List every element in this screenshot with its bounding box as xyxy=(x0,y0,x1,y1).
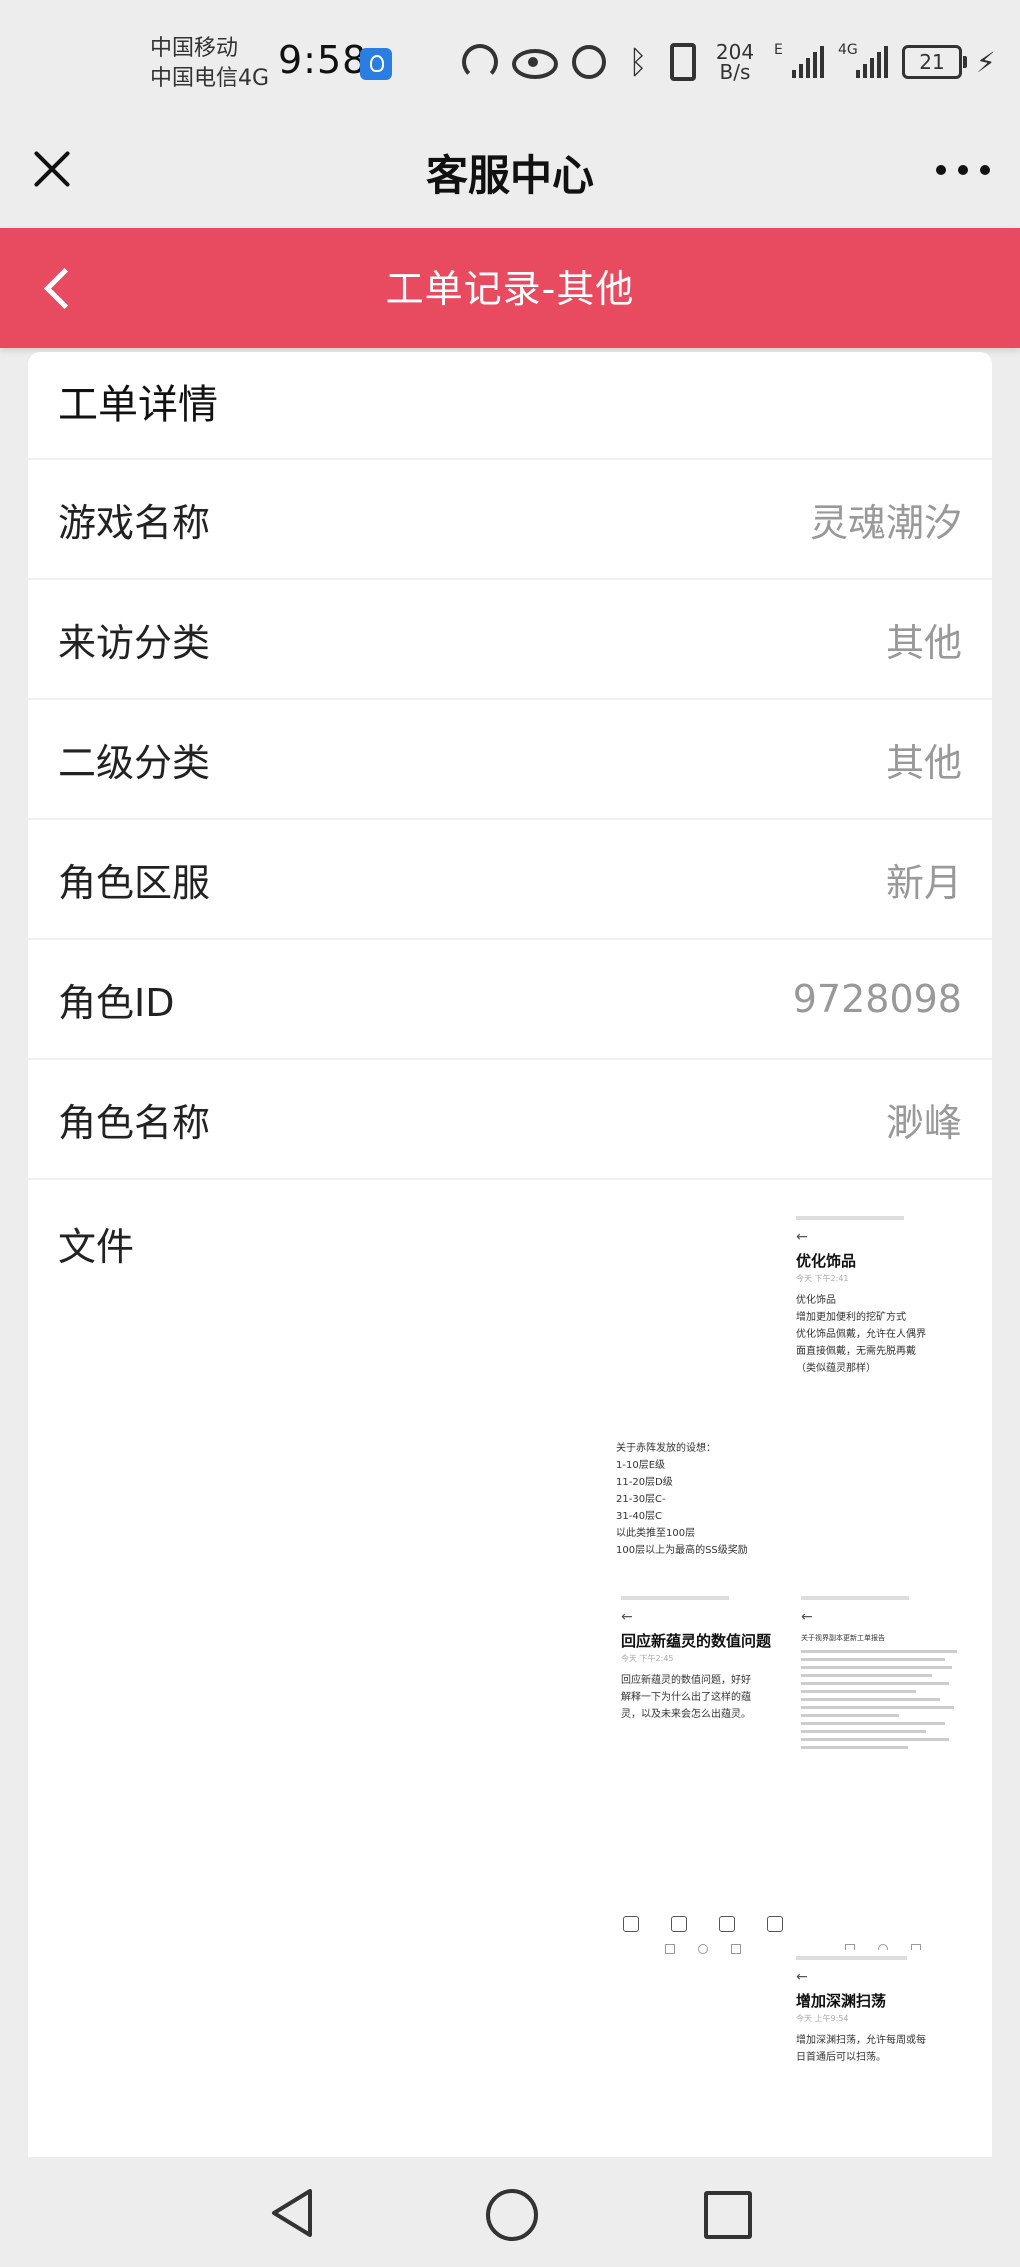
detail-row-role-id: 角色ID 9728098 xyxy=(28,940,992,1060)
lightbulb-icon xyxy=(360,48,392,80)
detail-row-sub-category: 二级分类 其他 xyxy=(28,700,992,820)
ticket-detail-card: 工单详情 游戏名称 灵魂潮汐 来访分类 其他 二级分类 其他 角色区服 新月 角… xyxy=(28,352,992,2157)
row-label: 来访分类 xyxy=(58,620,211,665)
thumbnail-body: 关于视界副本更新工单报告 xyxy=(801,1634,885,1642)
file-thumbnail[interactable]: ← 关于视界副本更新工单报告 xyxy=(793,1590,973,1960)
clock: 9:58 xyxy=(278,38,368,82)
more-icon[interactable] xyxy=(936,162,990,178)
nav-home-icon[interactable] xyxy=(486,2189,538,2241)
row-value: 其他 xyxy=(885,620,962,665)
files-label: 文件 xyxy=(58,1225,135,1269)
carrier-line-2: 中国电信4G xyxy=(150,66,270,91)
bluetooth-icon: ᛒ xyxy=(628,43,648,81)
row-value: 渺峰 xyxy=(885,1100,962,1145)
thumbnail-body: 关于赤阵发放的设想： 1-10层E级 11-20层D级 21-30层C- 31-… xyxy=(616,1443,748,1556)
title-bar: 客服中心 xyxy=(0,120,1020,228)
row-label: 角色名称 xyxy=(58,1100,211,1145)
nav-back-icon[interactable] xyxy=(268,2187,316,2239)
thumbnail-body: 增加深渊扫荡，允许每周或每 日首通后可以扫荡。 xyxy=(796,2035,926,2063)
vibrate-icon xyxy=(670,43,696,81)
row-value: 9728098 xyxy=(792,977,962,1021)
row-label: 角色区服 xyxy=(58,860,211,905)
eye-icon xyxy=(512,49,558,79)
speed-gauge-icon xyxy=(462,44,498,80)
thumbnail-body: 回应新蕴灵的数值问题，好好 解释一下为什么出了这样的蕴 灵，以及未来会怎么出蕴灵… xyxy=(621,1675,751,1720)
row-value: 灵魂潮汐 xyxy=(809,500,962,545)
nav-recent-apps-icon[interactable] xyxy=(704,2191,752,2239)
thumbnail-title: 优化饰品 xyxy=(796,1252,857,1270)
row-label: 角色ID xyxy=(58,980,175,1025)
detail-row-server: 角色区服 新月 xyxy=(28,820,992,940)
carrier-line-1: 中国移动 xyxy=(150,36,239,61)
detail-row-role-name: 角色名称 渺峰 xyxy=(28,1060,992,1180)
battery-icon: 21 xyxy=(902,45,967,79)
detail-row-game-name: 游戏名称 灵魂潮汐 xyxy=(28,460,992,580)
thumbnail-body: 优化饰品 增加更加便利的挖矿方式 优化饰品佩戴，允许在人偶界 面直接佩戴，无需先… xyxy=(796,1295,926,1374)
alarm-icon xyxy=(572,45,606,79)
thumbnail-meta: 今天 下午2:45 xyxy=(621,1654,674,1663)
status-bar: 中国移动 中国电信4G 9:58 ᛒ 204 B/s E 4G 21 ⚡ xyxy=(0,0,1020,120)
arrow-left-icon: ← xyxy=(796,1229,808,1245)
signal-tag-2: 4G xyxy=(838,42,858,58)
arrow-left-icon: ← xyxy=(621,1609,633,1625)
system-nav-bar xyxy=(0,2157,1020,2267)
arrow-left-icon: ← xyxy=(796,1969,808,1985)
thumbnail-meta: 今天 下午2:41 xyxy=(796,1274,849,1283)
signal-tag-1: E xyxy=(774,42,783,58)
row-label: 二级分类 xyxy=(58,740,211,785)
file-thumbnail[interactable]: ← 回应新蕴灵的数值问题 今天 下午2:45 回应新蕴灵的数值问题，好好 解释一… xyxy=(613,1590,793,1960)
thumbnail-meta: 今天 上午9:54 xyxy=(796,2014,849,2023)
signal-icon-1: E xyxy=(774,42,824,78)
app-title: 客服中心 xyxy=(425,151,594,200)
row-label: 游戏名称 xyxy=(58,500,211,545)
thumbnail-title: 回应新蕴灵的数值问题 xyxy=(621,1632,772,1650)
charging-icon: ⚡ xyxy=(976,45,996,79)
back-icon[interactable] xyxy=(36,268,76,308)
page-title: 工单记录-其他 xyxy=(385,267,635,311)
status-icons: ᛒ 204 B/s E 4G 21 ⚡ xyxy=(462,42,996,82)
net-speed-unit: B/s xyxy=(719,60,751,84)
file-thumbnail[interactable]: ← 增加深渊扫荡 今天 上午9:54 增加深渊扫荡，允许每周或每 日首通后可以扫… xyxy=(788,1950,973,2140)
carrier-info: 中国移动 中国电信4G xyxy=(150,34,269,94)
close-icon[interactable] xyxy=(30,147,74,191)
signal-icon-2: 4G xyxy=(838,42,888,78)
net-speed-value: 204 xyxy=(715,40,755,64)
page-header: 工单记录-其他 xyxy=(0,228,1020,348)
detail-row-files: 文件 ← 优化饰品 今天 下午2:41 优化饰品 增加更加便利的挖矿方式 优化饰… xyxy=(28,1180,992,2200)
thumbnail-title: 增加深渊扫荡 xyxy=(796,1992,887,2010)
detail-row-visit-category: 来访分类 其他 xyxy=(28,580,992,700)
section-title: 工单详情 xyxy=(28,352,992,460)
arrow-left-icon: ← xyxy=(801,1609,813,1625)
row-value: 其他 xyxy=(885,740,962,785)
net-speed: 204 B/s xyxy=(710,42,760,82)
row-value: 新月 xyxy=(885,860,962,905)
